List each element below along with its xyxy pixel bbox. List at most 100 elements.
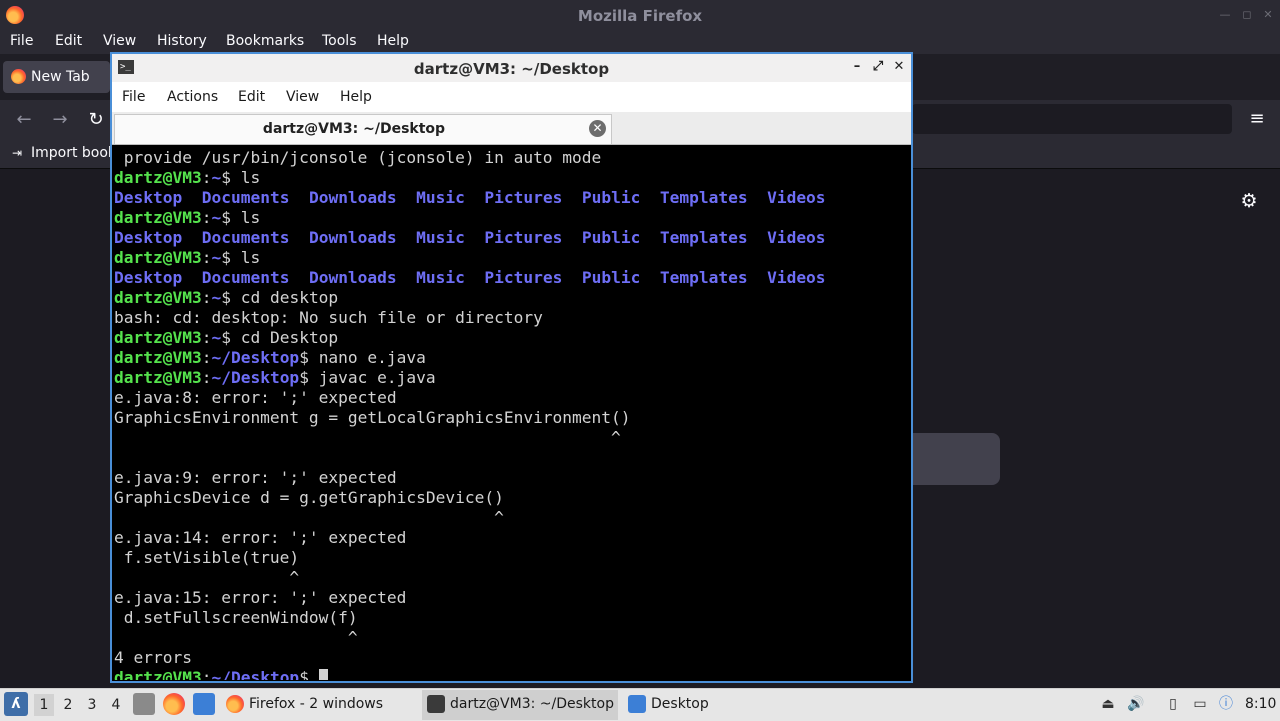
import-bookmarks-label: Import book [31, 145, 117, 161]
terminal-prompt-line: dartz@VM3:~$ ls [114, 248, 261, 267]
prompt-user: dartz@VM3 [114, 348, 202, 367]
file-manager-launcher-icon[interactable] [193, 693, 215, 715]
firefox-titlebar: Mozilla Firefox [0, 0, 1280, 30]
back-icon[interactable]: ← [12, 108, 36, 132]
command: nano e.java [318, 348, 426, 367]
command: cd desktop [240, 288, 339, 307]
command: ls [240, 208, 261, 227]
prompt-user: dartz@VM3 [114, 168, 202, 187]
terminal-prompt-line: dartz@VM3:~$ ls [114, 208, 261, 227]
terminal-menu-help[interactable]: Help [340, 89, 372, 105]
terminal-line: e.java:9: error: ';' expected [114, 468, 397, 487]
maximize-icon[interactable]: ◻ [1240, 8, 1254, 22]
tab-label: New Tab [31, 69, 90, 85]
terminal-prompt-line: dartz@VM3:~$ ls [114, 168, 261, 187]
command: cd Desktop [240, 328, 339, 347]
menu-bookmarks[interactable]: Bookmarks [226, 33, 304, 49]
firefox-tab-icon [11, 69, 26, 84]
tray-eject-icon[interactable]: ⏏ [1098, 694, 1118, 714]
clipboard-icon[interactable]: ▯ [1163, 694, 1183, 714]
import-bookmarks-button[interactable]: ⇥ Import book [12, 145, 116, 161]
terminal-menu-view[interactable]: View [286, 89, 319, 105]
show-desktop-icon[interactable] [133, 693, 155, 715]
tab-close-icon[interactable]: ✕ [589, 120, 606, 137]
command: javac e.java [318, 368, 436, 387]
terminal-line: ^ [114, 628, 358, 647]
menu-file[interactable]: File [10, 33, 33, 49]
prompt-user: dartz@VM3 [114, 248, 202, 267]
close-icon[interactable]: ✕ [891, 59, 907, 75]
menu-tools[interactable]: Tools [322, 33, 357, 49]
terminal-line: f.setVisible(true) [114, 548, 300, 567]
task-label: Desktop [651, 696, 709, 712]
terminal-line: bash: cd: desktop: No such file or direc… [114, 308, 543, 327]
firefox-menubar: File Edit View History Bookmarks Tools H… [0, 30, 1280, 54]
task-label: dartz@VM3: ~/Desktop [450, 696, 614, 712]
terminal-prompt-line: dartz@VM3:~/Desktop$ javac e.java [114, 368, 436, 387]
terminal-line: ^ [114, 508, 504, 527]
folder-icon [628, 695, 646, 713]
firefox-window-title: Mozilla Firefox [577, 7, 703, 25]
command: ls [240, 168, 261, 187]
task-label: Firefox - 2 windows [249, 696, 384, 712]
terminal-line: ^ [114, 568, 300, 587]
terminal-prompt-line: dartz@VM3:~/Desktop$ [114, 668, 328, 680]
firefox-logo-icon [6, 6, 24, 24]
forward-icon[interactable]: → [48, 108, 72, 132]
dir-listing: Desktop Documents Downloads Music Pictur… [114, 228, 826, 247]
terminal-menu-file[interactable]: File [122, 89, 145, 105]
terminal-window: >_ dartz@VM3: ~/Desktop – ⤢ ✕ File Actio… [110, 52, 913, 683]
taskbar-task-desktop[interactable]: Desktop [628, 690, 738, 720]
firefox-icon [226, 695, 244, 713]
terminal-line: e.java:15: error: ';' expected [114, 588, 407, 607]
menu-history[interactable]: History [157, 33, 207, 49]
reload-icon[interactable]: ↻ [84, 108, 108, 132]
hamburger-menu-icon[interactable]: ≡ [1246, 108, 1268, 130]
terminal-output[interactable]: provide /usr/bin/jconsole (jconsole) in … [114, 148, 909, 680]
volume-icon[interactable]: 🔊 [1126, 694, 1146, 714]
workspace-4[interactable]: 4 [106, 694, 126, 716]
prompt-user: dartz@VM3 [114, 368, 202, 387]
maximize-icon[interactable]: ⤢ [870, 59, 886, 75]
terminal-line: e.java:14: error: ';' expected [114, 528, 407, 547]
terminal-tab[interactable]: dartz@VM3: ~/Desktop ✕ [114, 114, 612, 144]
terminal-menu-actions[interactable]: Actions [167, 89, 218, 105]
workspace-3[interactable]: 3 [82, 694, 102, 716]
terminal-icon [427, 695, 445, 713]
taskbar-task-firefox[interactable]: Firefox - 2 windows [226, 690, 416, 720]
workspace-1[interactable]: 1 [34, 694, 54, 716]
prompt-user: dartz@VM3 [114, 288, 202, 307]
close-icon[interactable]: ✕ [1261, 8, 1275, 22]
clock[interactable]: 8:10 [1245, 696, 1276, 712]
terminal-line: 4 errors [114, 648, 192, 667]
menu-view[interactable]: View [103, 33, 136, 49]
terminal-prompt-line: dartz@VM3:~/Desktop$ nano e.java [114, 348, 426, 367]
workspace-2[interactable]: 2 [58, 694, 78, 716]
terminal-prompt-line: dartz@VM3:~$ cd desktop [114, 288, 339, 307]
minimize-icon[interactable]: — [1218, 8, 1232, 22]
firefox-launcher-icon[interactable] [163, 693, 185, 715]
terminal-cursor [318, 669, 328, 680]
taskbar-task-terminal[interactable]: dartz@VM3: ~/Desktop [422, 690, 618, 720]
prompt-user: dartz@VM3 [114, 668, 202, 680]
menu-edit[interactable]: Edit [55, 33, 82, 49]
notification-icon[interactable]: ⓘ [1216, 694, 1236, 714]
import-icon: ⇥ [12, 146, 23, 160]
start-menu-icon[interactable]: ʎ [4, 692, 28, 716]
terminal-titlebar: >_ dartz@VM3: ~/Desktop – ⤢ ✕ [112, 54, 911, 82]
command: ls [240, 248, 261, 267]
dir-listing: Desktop Documents Downloads Music Pictur… [114, 268, 826, 287]
terminal-line: ^ [114, 428, 621, 447]
terminal-line: GraphicsEnvironment g = getLocalGraphics… [114, 408, 631, 427]
menu-help[interactable]: Help [377, 33, 409, 49]
tab-new-tab[interactable]: New Tab [3, 61, 110, 93]
settings-gear-icon[interactable]: ⚙ [1238, 190, 1260, 212]
network-icon[interactable]: ▭ [1190, 694, 1210, 714]
minimize-icon[interactable]: – [849, 59, 865, 75]
url-bar[interactable] [912, 104, 1232, 134]
prompt-user: dartz@VM3 [114, 208, 202, 227]
terminal-prompt-line: dartz@VM3:~$ cd Desktop [114, 328, 339, 347]
terminal-menu-edit[interactable]: Edit [238, 89, 265, 105]
prompt-user: dartz@VM3 [114, 328, 202, 347]
terminal-line: GraphicsDevice d = g.getGraphicsDevice() [114, 488, 504, 507]
